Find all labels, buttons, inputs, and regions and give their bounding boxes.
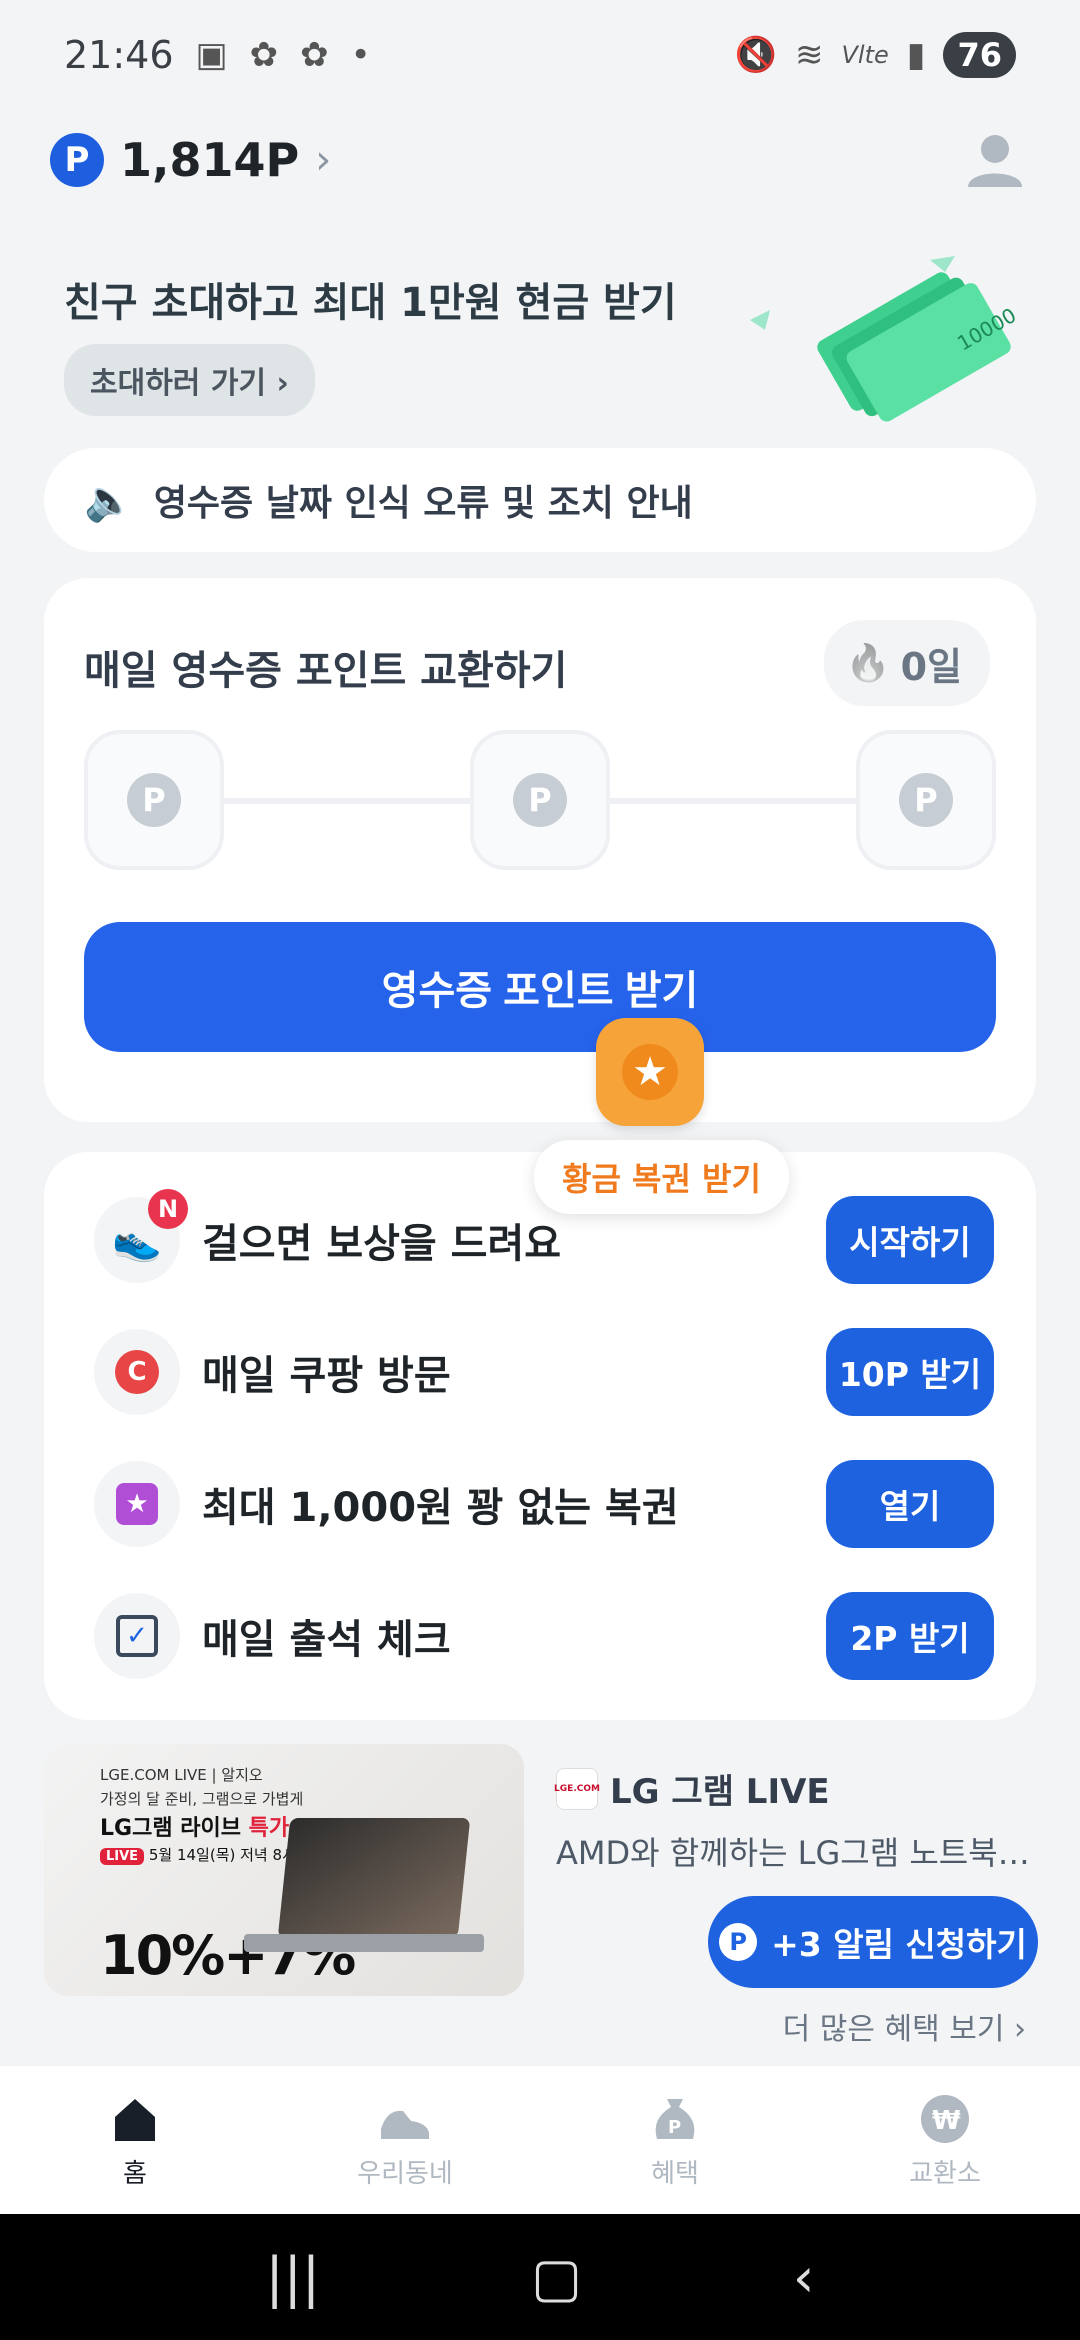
live-badge: LIVE <box>100 1848 145 1865</box>
streak-count: 0일 <box>900 644 962 689</box>
get-2p-button[interactable]: 2P 받기 <box>826 1592 994 1680</box>
ad-thumb-title: LG그램 라이브 특가 <box>100 1816 290 1841</box>
mute-icon: 🔇 <box>734 35 777 75</box>
task-walk[interactable]: 👟 N 걸으면 보상을 드려요 시작하기 <box>94 1189 994 1284</box>
progress-steps: P P P <box>84 730 996 870</box>
nav-benefits[interactable]: P 혜택 <box>540 2066 810 2214</box>
nav-exchange[interactable]: ₩ 교환소 <box>810 2066 1080 2214</box>
ad-thumb-sub: 가정의 달 준비, 그램으로 가볍게 <box>100 1790 304 1808</box>
points-value: 1,814P <box>120 133 300 187</box>
task-coupang[interactable]: C 매일 쿠팡 방문 10P 받기 <box>94 1328 994 1416</box>
task-label: 매일 쿠팡 방문 <box>202 1353 451 1399</box>
screenshot-icon: ▣ <box>195 35 228 75</box>
money-bag-icon: P <box>655 2098 695 2139</box>
golden-lottery-tooltip[interactable]: 황금 복권 받기 <box>534 1140 789 1214</box>
svg-text:₩: ₩ <box>932 2106 961 2136</box>
lottery-icon: ★ <box>94 1461 180 1547</box>
home-icon <box>115 2098 155 2141</box>
ad-thumbnail[interactable]: LGE.COM LIVE | 알지오 가정의 달 준비, 그램으로 가볍게 LG… <box>44 1744 524 1996</box>
ad-thumb-date: LIVE 5월 14일(목) 저녁 8시 <box>100 1844 296 1865</box>
get-10p-button[interactable]: 10P 받기 <box>826 1328 994 1416</box>
streak-badge: 🔥 0일 <box>823 620 990 706</box>
receipt-points-button[interactable]: 영수증 포인트 받기 <box>84 922 996 1052</box>
signal-icon: ▮ <box>906 35 926 75</box>
task-label: 걸으면 보상을 드려요 <box>202 1221 562 1267</box>
ad-brand[interactable]: LGE.COM LG 그램 LIVE <box>554 1764 830 1813</box>
golden-lottery-sticker[interactable]: ★ <box>596 1018 704 1126</box>
money-illustration: 10000 <box>750 256 1020 422</box>
profile-icon[interactable] <box>960 125 1030 195</box>
invite-banner[interactable]: 친구 초대하고 최대 1만원 현금 받기 초대하러 가기 › 10000 <box>0 230 1080 450</box>
laptop-base <box>244 1934 484 1952</box>
nav-home[interactable]: 홈 <box>0 2066 270 2214</box>
step-2: P <box>470 730 610 870</box>
chevron-right-icon: › <box>315 137 332 183</box>
task-lottery[interactable]: ★ 최대 1,000원 꽝 없는 복권 열기 <box>94 1460 994 1548</box>
calendar-check-icon: ✓ <box>94 1593 180 1679</box>
step-3: P <box>856 730 996 870</box>
won-icon: ₩ <box>921 2094 969 2143</box>
receipt-points-card: 매일 영수증 포인트 교환하기 🔥 0일 P P P 영수증 포인트 받기 <box>44 578 1036 1122</box>
home-button-icon[interactable]: ▢ <box>531 2246 582 2309</box>
battery-indicator: 76 <box>943 32 1016 78</box>
wifi-icon: ≋ <box>794 35 824 75</box>
back-icon[interactable]: ‹ <box>793 2246 815 2309</box>
flame-icon: 🔥 <box>845 643 891 684</box>
nav-label: 교환소 <box>909 2158 981 2189</box>
alarm-button-label: +3 알림 신청하기 <box>771 1925 1027 1964</box>
task-label: 최대 1,000원 꽝 없는 복권 <box>202 1485 679 1531</box>
dot-icon: • <box>350 35 371 75</box>
points-summary[interactable]: P 1,814P › <box>50 133 331 187</box>
point-icon: P <box>50 133 104 187</box>
notice-text: 영수증 날짜 인식 오류 및 조치 안내 <box>153 483 693 524</box>
coupang-icon: C <box>94 1329 180 1415</box>
brand-logo: LGE.COM <box>554 1767 600 1810</box>
point-icon: P <box>719 1923 758 1961</box>
nav-neighborhood[interactable]: 우리동네 <box>270 2066 540 2214</box>
ad-description[interactable]: AMD와 함께하는 LG그램 노트북 특... <box>556 1828 1036 1874</box>
step-1: P <box>84 730 224 870</box>
open-button[interactable]: 열기 <box>826 1460 994 1548</box>
tasks-card: 👟 N 걸으면 보상을 드려요 시작하기 C 매일 쿠팡 방문 10P 받기 ★… <box>44 1152 1036 1720</box>
point-icon: P <box>127 773 181 827</box>
receipt-card-title: 매일 영수증 포인트 교환하기 <box>84 648 568 694</box>
notice-bar[interactable]: 🔈 영수증 날짜 인식 오류 및 조치 안내 <box>44 448 1036 552</box>
alarm-signup-button[interactable]: P +3 알림 신청하기 <box>708 1896 1038 1988</box>
sneaker-icon: 👟 N <box>94 1189 188 1283</box>
sneaker-icon <box>381 2110 429 2139</box>
start-button[interactable]: 시작하기 <box>826 1196 994 1284</box>
header: P 1,814P › <box>50 120 1030 200</box>
nav-label: 우리동네 <box>357 2158 453 2189</box>
coupang-logo: C <box>115 1350 159 1394</box>
invite-button[interactable]: 초대하러 가기 › <box>64 344 315 416</box>
speaker-icon: 🔈 <box>84 477 134 524</box>
volte-label: Vlte <box>841 41 889 69</box>
svg-text:P: P <box>668 2117 681 2138</box>
clock: 21:46 <box>64 33 174 77</box>
point-icon: P <box>513 773 567 827</box>
status-bar: 21:46 ▣ ✿ ✿ • 🔇 ≋ Vlte ▮ 76 <box>0 0 1080 110</box>
recent-apps-icon[interactable]: ||| <box>265 2246 320 2309</box>
more-benefits-link[interactable]: 더 많은 혜택 보기 › <box>783 2004 1026 2048</box>
task-label: 매일 출석 체크 <box>202 1617 451 1663</box>
nav-label: 혜택 <box>651 2158 699 2189</box>
task-attendance[interactable]: ✓ 매일 출석 체크 2P 받기 <box>94 1592 994 1680</box>
nav-label: 홈 <box>123 2158 147 2189</box>
star-icon: ★ <box>622 1044 678 1100</box>
notification-icon-2: ✿ <box>300 35 329 75</box>
brand-name: LG 그램 LIVE <box>610 1772 830 1812</box>
bottom-nav: 홈 우리동네 P 혜택 ₩ 교환소 <box>0 2066 1080 2214</box>
laptop-image <box>277 1818 471 1938</box>
notification-icon: ✿ <box>249 35 279 75</box>
point-icon: P <box>899 773 953 827</box>
invite-title: 친구 초대하고 최대 1만원 현금 받기 <box>64 280 677 326</box>
system-nav-bar: ||| ▢ ‹ <box>0 2214 1080 2340</box>
ad-thumb-top: LGE.COM LIVE | 알지오 <box>100 1766 263 1784</box>
new-badge: N <box>148 1189 188 1229</box>
